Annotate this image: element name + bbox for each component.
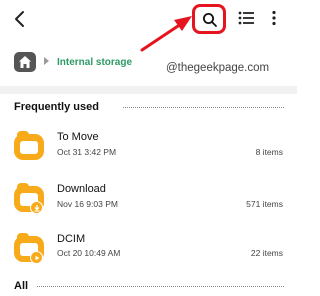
folder-date: Oct 20 10:49 AM [57,248,121,258]
back-arrow-icon[interactable] [12,9,28,29]
folder-icon [14,131,44,160]
more-options-icon[interactable] [271,10,277,26]
folder-row-to-move[interactable]: To Move Oct 31 3:42 PM 8 items [0,126,297,168]
home-icon[interactable] [14,52,36,72]
download-badge-icon [30,201,43,214]
folder-name: DCIM [57,233,86,245]
folder-item-count: 571 items [246,199,283,209]
dotted-divider [123,107,284,108]
search-button[interactable] [192,4,226,34]
folder-row-dcim[interactable]: DCIM Oct 20 10:49 AM 22 items [0,229,297,271]
camera-badge-icon [30,251,43,264]
section-divider [0,86,297,94]
folder-date: Nov 16 9:03 PM [57,199,118,209]
all-heading: All [14,280,29,292]
folder-name: Download [57,183,106,195]
folder-row-download[interactable]: Download Nov 16 9:03 PM 571 items [0,178,297,220]
folder-item-count: 8 items [255,147,283,157]
dotted-divider [37,286,284,287]
list-view-icon[interactable] [238,11,254,25]
red-arrow-annotation [140,16,192,52]
frequently-used-heading: Frequently used [14,101,99,113]
watermark: @thegeekpage.com [166,62,270,74]
search-icon [203,13,217,27]
download-folder-icon [14,183,44,214]
folder-name: To Move [57,131,99,143]
breadcrumb-internal-storage[interactable]: Internal storage [57,57,132,68]
camera-folder-icon [14,233,44,264]
app-bar [0,0,297,52]
breadcrumb-separator-icon [44,57,49,65]
folder-date: Oct 31 3:42 PM [57,147,117,157]
folder-item-count: 22 items [250,248,283,258]
